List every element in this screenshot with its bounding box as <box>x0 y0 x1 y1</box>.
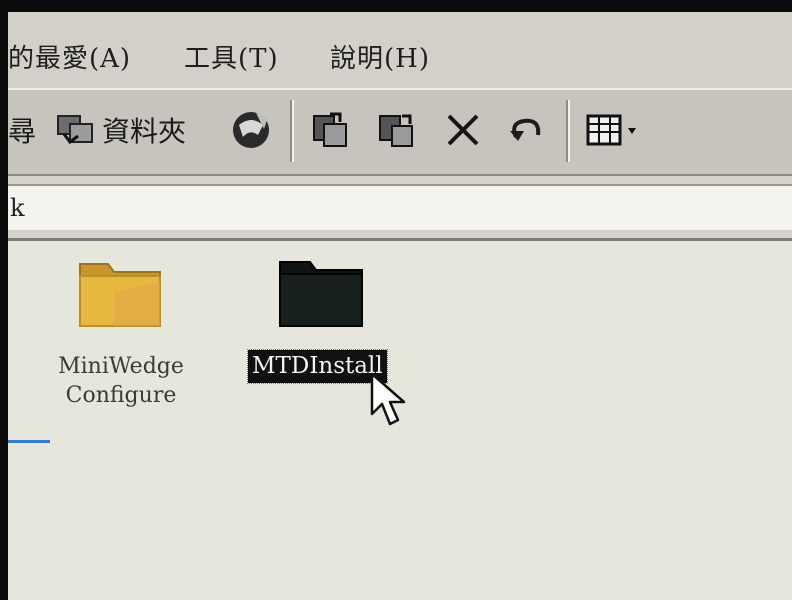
delete-icon <box>447 114 479 146</box>
folder-label-line: Configure <box>65 383 177 408</box>
toolbar-separator <box>566 100 570 162</box>
history-icon <box>233 112 269 148</box>
address-bar: k <box>8 176 792 241</box>
task-pane-edge <box>8 440 50 443</box>
folders-label: 資料夾 <box>102 115 187 148</box>
folder-item[interactable] <box>74 252 166 336</box>
search-button[interactable]: 尋 <box>8 106 36 154</box>
folder-label-selected[interactable]: MTDInstall <box>247 349 388 384</box>
folder-item-selected[interactable] <box>272 250 368 336</box>
folders-button[interactable]: 資料夾 <box>56 106 186 154</box>
copy-to-icon <box>379 114 413 147</box>
menu-favorites[interactable]: 的最愛(A) <box>8 38 131 75</box>
menu-help[interactable]: 說明(H) <box>330 38 430 75</box>
views-icon <box>586 114 636 146</box>
search-label: 尋 <box>8 115 37 148</box>
move-to-icon <box>313 112 347 147</box>
folders-icon <box>57 115 93 145</box>
menu-tools[interactable]: 工具(T) <box>184 38 279 75</box>
undo-button[interactable] <box>506 106 546 154</box>
copy-to-button[interactable] <box>376 106 416 154</box>
undo-icon <box>510 118 541 141</box>
folder-icon <box>279 261 363 327</box>
folder-label[interactable]: MiniWedge Configure <box>46 352 196 410</box>
folder-label-line: MiniWedge <box>58 354 184 379</box>
standard-toolbar: 尋 資料夾 <box>8 88 792 176</box>
explorer-window: 的最愛(A) 工具(T) 說明(H) 尋 資料夾 k MiniWedge Con… <box>8 12 792 600</box>
history-button[interactable] <box>230 106 272 154</box>
toolbar-separator <box>290 100 294 162</box>
address-input[interactable]: k <box>8 184 792 230</box>
folder-icon <box>79 263 161 327</box>
views-button[interactable] <box>586 106 642 154</box>
delete-button[interactable] <box>444 106 482 154</box>
move-to-button[interactable] <box>310 106 350 154</box>
menu-bar: 的最愛(A) 工具(T) 說明(H) <box>8 12 792 88</box>
mouse-pointer-icon <box>370 372 406 426</box>
